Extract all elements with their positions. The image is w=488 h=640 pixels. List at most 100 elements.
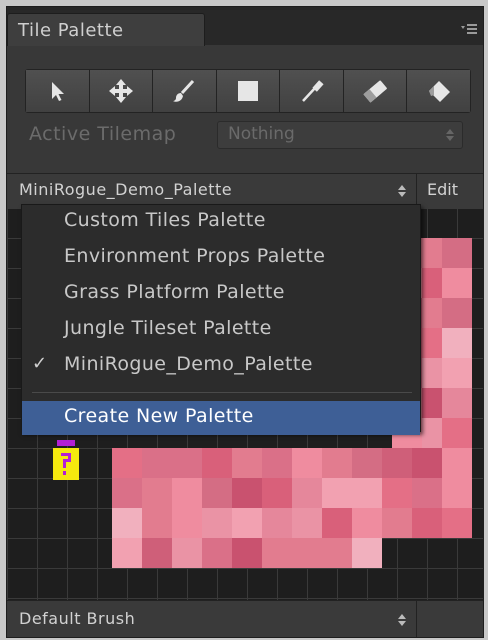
- menu-item-custom-tiles-palette[interactable]: Custom Tiles Palette: [22, 205, 420, 239]
- tile: [442, 478, 472, 508]
- tile: [112, 538, 142, 568]
- menu-divider: [32, 392, 412, 393]
- erase-tool-button[interactable]: [343, 70, 408, 112]
- updown-arrows-icon: [398, 185, 406, 197]
- tile: [142, 538, 172, 568]
- menu-item-label: Jungle Tileset Palette: [64, 317, 272, 339]
- active-tilemap-dropdown[interactable]: Nothing: [217, 121, 463, 149]
- tile-palette-window: Tile Palette Active Tilemap Nothing Mini…: [6, 6, 484, 638]
- tile: [442, 448, 472, 478]
- tile: [172, 538, 202, 568]
- tile: [112, 508, 142, 538]
- paint-bucket-icon: [428, 81, 450, 102]
- tile: [322, 448, 352, 478]
- tile: [112, 478, 142, 508]
- edit-button[interactable]: Edit: [427, 180, 458, 199]
- tile: [322, 508, 352, 538]
- brush-selector[interactable]: Default Brush: [19, 609, 135, 628]
- tile: [142, 478, 172, 508]
- picker-tool-button[interactable]: [280, 70, 344, 112]
- separator: [416, 174, 417, 208]
- menu-item-environment-props-palette[interactable]: Environment Props Palette: [22, 241, 420, 275]
- move-arrows-icon: [108, 79, 133, 103]
- tile: [202, 508, 232, 538]
- move-tool-button[interactable]: [89, 70, 154, 112]
- square-icon: [238, 81, 259, 101]
- eyedropper-icon: [301, 80, 324, 102]
- tile: [142, 508, 172, 538]
- tile: [172, 478, 202, 508]
- tile: [442, 418, 472, 448]
- tile: [232, 478, 262, 508]
- menu-item-create-new-palette[interactable]: Create New Palette: [22, 401, 420, 435]
- tile: [442, 388, 472, 418]
- tile: [262, 448, 292, 478]
- tab-bar: Tile Palette: [7, 7, 483, 46]
- tile: [202, 448, 232, 478]
- tile: [172, 508, 202, 538]
- tile: [352, 508, 382, 538]
- tile: [232, 508, 262, 538]
- menu-item-minirogue-demo-palette[interactable]: ✓ MiniRogue_Demo_Palette: [22, 349, 420, 383]
- active-tilemap-label: Active Tilemap: [29, 123, 177, 145]
- menu-item-label: Custom Tiles Palette: [64, 209, 266, 231]
- tile: [262, 478, 292, 508]
- box-fill-tool-button[interactable]: [216, 70, 281, 112]
- tile: [442, 328, 472, 358]
- tile: [442, 508, 472, 538]
- flood-fill-tool-button[interactable]: [407, 70, 471, 112]
- menu-item-label: Grass Platform Palette: [64, 281, 285, 303]
- tile: [352, 538, 382, 568]
- palette-dropdown-menu: Custom Tiles Palette Environment Props P…: [21, 204, 421, 435]
- tile: [292, 508, 322, 538]
- menu-item-label: Environment Props Palette: [64, 245, 326, 267]
- tile: [412, 448, 442, 478]
- tile: [352, 448, 382, 478]
- tab-title: Tile Palette: [18, 20, 124, 41]
- tile: [412, 508, 442, 538]
- tile: [232, 538, 262, 568]
- brush-icon: [173, 79, 195, 102]
- separator: [416, 601, 417, 637]
- tile: [442, 238, 472, 268]
- tile: [232, 448, 262, 478]
- active-tilemap-row: Active Tilemap Nothing: [29, 121, 473, 149]
- tile: [412, 478, 442, 508]
- menu-item-grass-platform-palette[interactable]: Grass Platform Palette: [22, 277, 420, 311]
- menu-item-label: MiniRogue_Demo_Palette: [64, 353, 313, 375]
- updown-arrows-icon: [446, 129, 454, 141]
- tile: [142, 448, 172, 478]
- menu-item-label: Create New Palette: [64, 405, 254, 427]
- palette-selector[interactable]: MiniRogue_Demo_Palette: [19, 180, 232, 199]
- tile: [292, 538, 322, 568]
- tile: [262, 508, 292, 538]
- tab-tile-palette[interactable]: Tile Palette: [7, 13, 205, 46]
- tile: [202, 478, 232, 508]
- tile: [172, 448, 202, 478]
- select-tool-button[interactable]: [26, 70, 90, 112]
- updown-arrows-icon: [398, 614, 406, 626]
- tile: [202, 538, 232, 568]
- tile: [112, 448, 142, 478]
- tile: [382, 478, 412, 508]
- eraser-icon: [363, 80, 388, 103]
- checkmark-icon: ✓: [32, 353, 48, 374]
- active-tilemap-value: Nothing: [228, 124, 295, 144]
- tile: [292, 448, 322, 478]
- tile: [322, 538, 352, 568]
- tile: [322, 478, 352, 508]
- tile: [382, 448, 412, 478]
- tile: [382, 508, 412, 538]
- arrow-cursor-icon: [52, 82, 65, 101]
- paint-tool-button[interactable]: [153, 70, 217, 112]
- tile: [292, 478, 322, 508]
- tool-strip: [25, 69, 471, 113]
- menu-item-jungle-tileset-palette[interactable]: Jungle Tileset Palette: [22, 313, 420, 347]
- tile: [352, 478, 382, 508]
- tile: [442, 268, 472, 298]
- brush-selector-bar: Default Brush: [7, 600, 483, 637]
- tile: [262, 538, 292, 568]
- tile: [442, 358, 472, 388]
- menu-lines-icon[interactable]: [461, 22, 477, 36]
- tile: [442, 298, 472, 328]
